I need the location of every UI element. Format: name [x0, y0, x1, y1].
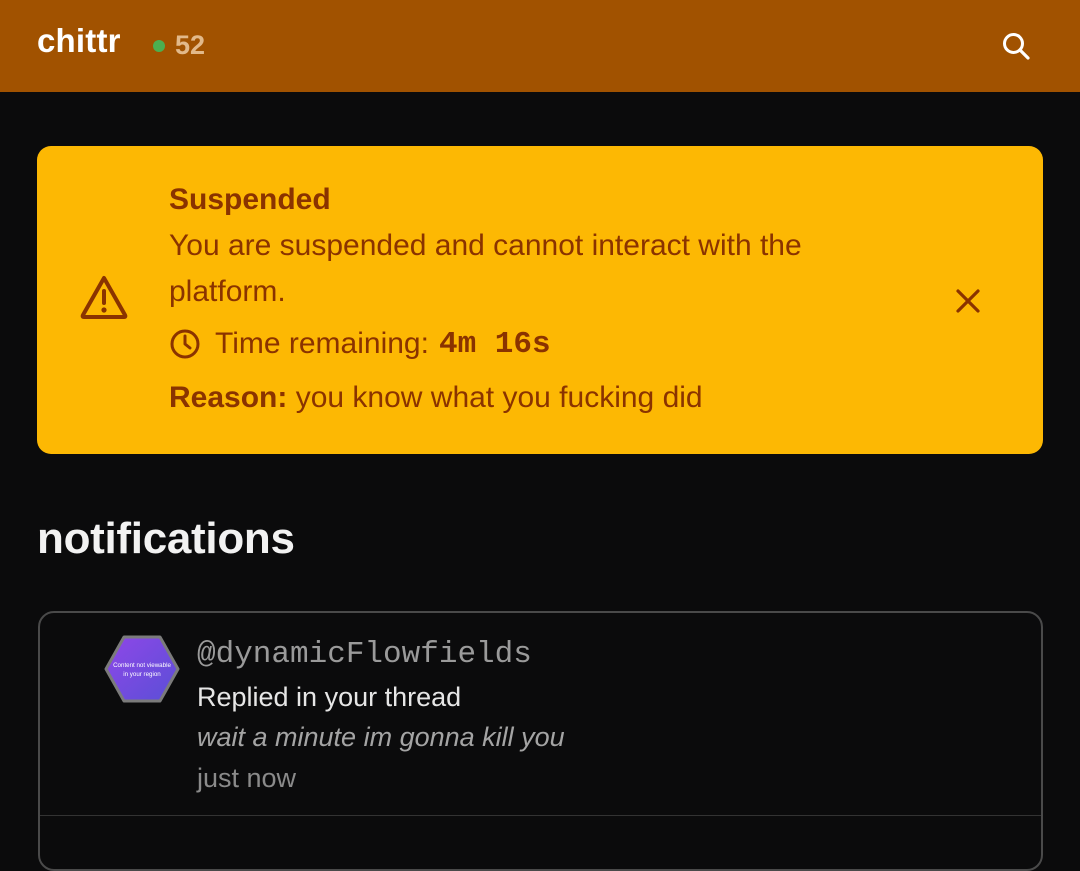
alert-body: Suspended You are suspended and cannot i…: [169, 176, 869, 421]
alert-message: You are suspended and cannot interact wi…: [169, 229, 802, 308]
search-button[interactable]: [996, 26, 1036, 66]
notification-time: just now: [197, 763, 297, 793]
notifications-list: Content not viewable in your region @dyn…: [38, 611, 1043, 871]
app-brand[interactable]: chittr: [37, 22, 121, 60]
online-status-dot: [153, 39, 165, 52]
notification-username[interactable]: @dynamicFlowfields: [197, 635, 565, 675]
suspension-alert: Suspended You are suspended and cannot i…: [37, 146, 1043, 454]
alert-title: Suspended: [169, 183, 331, 216]
online-count: 52: [175, 30, 206, 60]
notification-item[interactable]: Content not viewable in your region @dyn…: [40, 613, 1041, 816]
close-icon[interactable]: [951, 284, 985, 318]
notification-content: @dynamicFlowfields Replied in your threa…: [197, 635, 565, 798]
time-remaining-label: Time remaining:: [215, 327, 429, 360]
notification-snippet: wait a minute im gonna kill you: [197, 722, 565, 752]
top-app-bar: chittr 52: [0, 0, 1080, 92]
notification-action: Replied in your thread: [197, 682, 462, 712]
online-indicator: 52: [153, 30, 205, 61]
notifications-title: notifications: [37, 514, 295, 563]
avatar[interactable]: Content not viewable in your region: [104, 635, 180, 703]
search-icon: [1003, 33, 1030, 60]
warning-icon: [80, 276, 128, 319]
time-remaining-row: Time remaining: 4m 16s: [169, 321, 869, 367]
reason-row: Reason: you know what you fucking did: [169, 375, 869, 421]
reason-text: you know what you fucking did: [295, 381, 703, 414]
reason-label: Reason:: [169, 381, 288, 414]
svg-text:Content not viewable: Content not viewable: [113, 662, 171, 669]
svg-text:in your region: in your region: [123, 671, 161, 678]
time-remaining-value: 4m 16s: [438, 326, 551, 362]
clock-icon: [170, 329, 200, 359]
